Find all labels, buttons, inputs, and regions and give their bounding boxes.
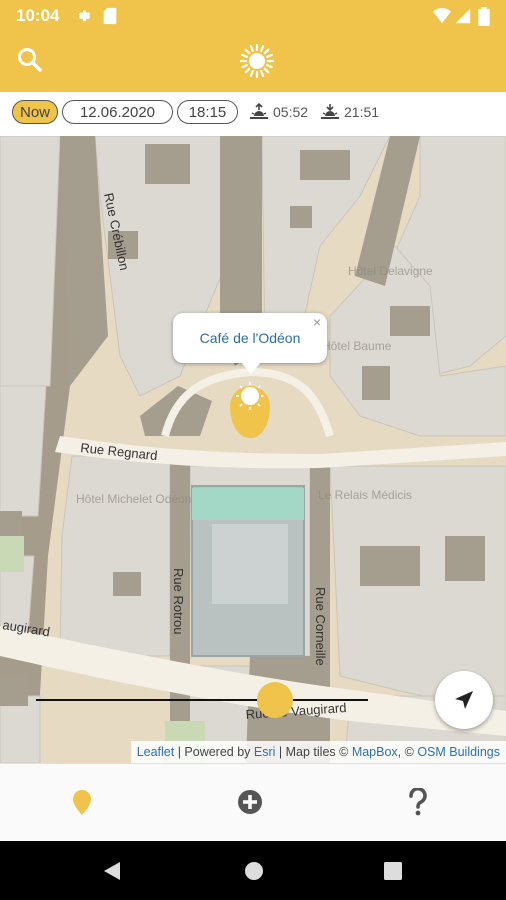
attribution-sep2: | Map tiles © — [275, 745, 352, 759]
add-circle-icon — [238, 790, 262, 814]
sunrise-icon — [250, 102, 268, 119]
sunrise-time: 05:52 — [273, 104, 309, 120]
mapbox-link[interactable]: MapBox — [352, 745, 398, 759]
time-picker[interactable]: 18:15 — [177, 100, 238, 124]
date-picker[interactable]: 12.06.2020 — [62, 100, 173, 124]
recents-icon[interactable] — [384, 862, 402, 880]
date-time-toolbar: Now 12.06.2020 18:15 05:52 21:51 — [0, 92, 506, 137]
nav-add-button[interactable] — [230, 782, 270, 822]
home-icon[interactable] — [244, 861, 264, 881]
map-tiles: Rue Crébillon Rue Regnard Rue Rotrou Rue… — [0, 136, 506, 763]
street-label-rue-corneille: Rue Corneille — [313, 587, 328, 666]
battery-icon — [478, 7, 490, 26]
search-icon[interactable] — [17, 47, 43, 73]
popup-tip — [241, 362, 261, 374]
nav-help-button[interactable] — [398, 782, 438, 822]
map-pin-icon — [73, 790, 91, 815]
leaflet-link[interactable]: Leaflet — [137, 745, 175, 759]
signal-icon — [455, 8, 471, 24]
poi-label-hotel-baume: Hôtel Baume — [322, 339, 392, 353]
esri-link[interactable]: Esri — [254, 745, 276, 759]
poi-label-le-relais: Le Relais Médicis — [318, 488, 412, 502]
map-attribution: Leaflet | Powered by Esri | Map tiles © … — [130, 741, 506, 763]
time-slider-track[interactable] — [36, 699, 368, 701]
bottom-navigation — [0, 763, 506, 842]
osm-buildings-link[interactable]: OSM Buildings — [417, 745, 500, 759]
locate-button[interactable] — [435, 671, 493, 729]
back-icon[interactable] — [102, 861, 122, 881]
system-navigation-bar — [0, 841, 506, 900]
map-view[interactable]: Rue Crébillon Rue Regnard Rue Rotrou Rue… — [0, 136, 506, 763]
status-bar: 10:04 — [0, 0, 506, 32]
nav-places-button[interactable] — [62, 782, 102, 822]
attribution-sep3: , © — [397, 745, 418, 759]
now-button[interactable]: Now — [12, 100, 58, 124]
popup-title[interactable]: Café de l'Odéon — [200, 330, 301, 346]
street-label-rue-rotrou: Rue Rotrou — [171, 568, 186, 634]
sun-icon — [239, 43, 275, 79]
sunset-time: 21:51 — [344, 104, 380, 120]
popup-close-button[interactable]: × — [313, 297, 321, 347]
status-time: 10:04 — [16, 6, 60, 25]
settings-icon — [78, 10, 91, 22]
app-bar — [0, 32, 506, 92]
time-slider-thumb[interactable] — [257, 682, 294, 718]
wifi-icon — [433, 8, 451, 24]
help-icon — [409, 788, 427, 816]
navigation-arrow-icon — [455, 691, 473, 709]
poi-label-hotel-michelet: Hôtel Michelet Odéon — [76, 492, 191, 506]
sd-card-icon — [103, 7, 117, 25]
sunset-icon — [321, 104, 339, 119]
place-popup[interactable]: Café de l'Odéon × — [173, 313, 327, 363]
poi-label-hotel-delavigne: Hôtel Delavigne — [348, 264, 433, 278]
attribution-sep1: | Powered by — [174, 745, 254, 759]
